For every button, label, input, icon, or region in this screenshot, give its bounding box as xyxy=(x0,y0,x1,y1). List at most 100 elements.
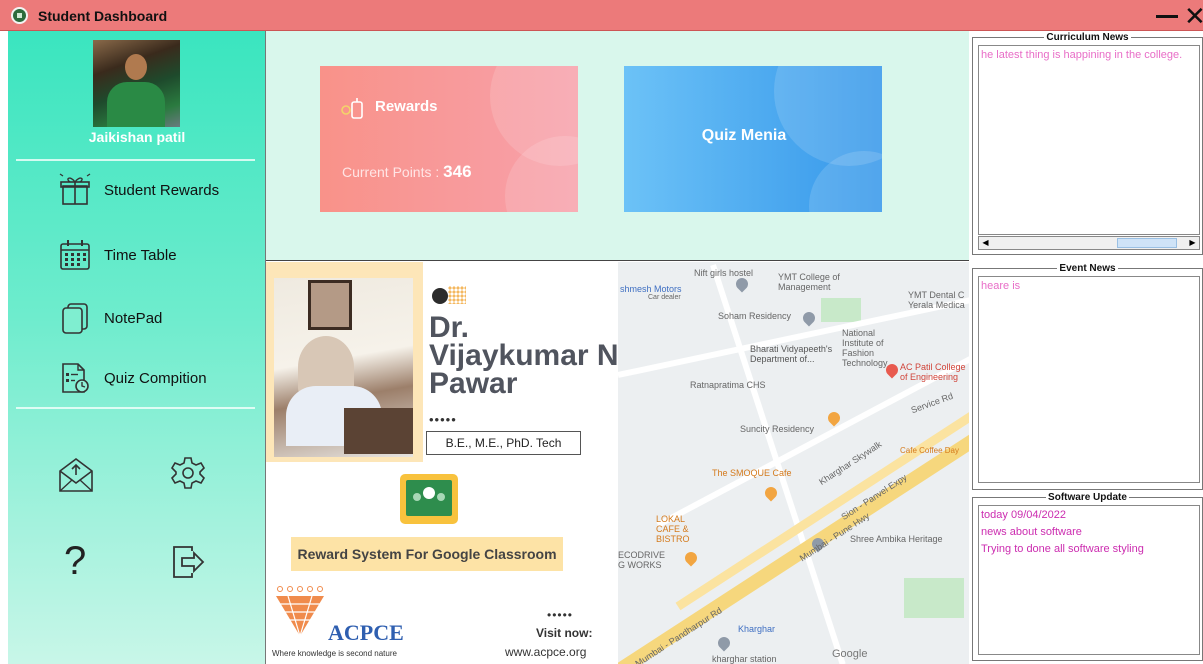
sidebar-item-student-rewards[interactable]: Student Rewards xyxy=(58,172,219,208)
scroll-right-icon[interactable]: ▶ xyxy=(1186,237,1199,249)
news-column: Curriculum News he latest thing is happi… xyxy=(969,31,1203,664)
points-value: 346 xyxy=(443,162,472,181)
google-logo: Google xyxy=(832,648,868,660)
scroll-left-icon[interactable]: ◀ xyxy=(979,237,992,249)
scroll-thumb[interactable] xyxy=(1117,238,1177,248)
acpce-name: ACPCE xyxy=(328,620,404,645)
username: Jaikishan patil xyxy=(88,129,186,145)
college-poster: Dr. Vijaykumar N. Pawar ••••• B.E., M.E.… xyxy=(266,262,627,664)
curriculum-news-title: Curriculum News xyxy=(1044,32,1131,43)
calendar-icon xyxy=(60,240,90,270)
decor-dot xyxy=(432,288,448,304)
visit-label: Visit now: xyxy=(536,626,593,640)
current-points: Current Points : 346 xyxy=(342,162,472,182)
app-logo-icon xyxy=(11,7,28,24)
rewards-icon xyxy=(341,98,363,119)
map-label: Suncity Residency xyxy=(740,424,815,434)
map-label: YMT College of Management xyxy=(778,272,840,292)
decor-dot-grid xyxy=(448,286,466,304)
quiz-menia-card[interactable]: Quiz Menia xyxy=(624,66,882,212)
location-map[interactable]: Nift girls hostel YMT College of Managem… xyxy=(618,262,969,664)
event-news-textarea[interactable]: heare is xyxy=(978,276,1200,483)
sidebar: Jaikishan patil Student Rewards Time Tab… xyxy=(8,31,266,664)
map-label: Cafe Coffee Day xyxy=(900,446,959,455)
gear-icon[interactable] xyxy=(170,455,206,491)
app-window: Student Dashboard ✕ Jaikishan patil Stud… xyxy=(0,0,1203,664)
avatar xyxy=(93,40,180,127)
google-classroom-icon xyxy=(400,474,458,524)
map-label: kharghar station xyxy=(712,654,777,664)
principal-name: Dr. Vijaykumar N. Pawar xyxy=(429,311,627,400)
curriculum-news-textarea[interactable]: he latest thing is happining in the coll… xyxy=(978,45,1200,235)
map-park xyxy=(904,578,964,618)
acpce-logo-icon xyxy=(276,586,324,637)
points-label: Current Points : xyxy=(342,164,444,180)
rewards-card[interactable]: Rewards Current Points : 346 xyxy=(320,66,578,212)
curriculum-news-text: he latest thing is happining in the coll… xyxy=(981,49,1183,61)
title-bar: Student Dashboard ✕ xyxy=(0,0,1203,31)
software-update-line: news about software xyxy=(981,526,1082,538)
software-update-line: Trying to done all software styling xyxy=(981,543,1144,555)
help-icon[interactable]: ? xyxy=(64,539,86,584)
map-pin-icon xyxy=(800,309,818,327)
sidebar-item-quiz-compition[interactable]: Quiz Compition xyxy=(58,360,207,396)
map-label: LOKAL CAFE & BISTRO xyxy=(656,514,690,544)
notepad-icon xyxy=(62,303,88,334)
map-label: Kharghar xyxy=(738,624,776,634)
website-url: www.acpce.org xyxy=(505,645,587,659)
acpce-tagline: Where knowledge is second nature xyxy=(272,649,397,658)
decor-dots: ••••• xyxy=(547,608,574,622)
event-news-text: heare is xyxy=(981,280,1021,292)
quiz-icon xyxy=(62,363,89,393)
map-label: shmesh Motors xyxy=(620,284,682,294)
map-label: The SMOQUE Cafe xyxy=(712,468,792,478)
sidebar-item-label: Quiz Compition xyxy=(104,369,207,387)
decor-dots: ••••• xyxy=(429,412,457,427)
map-pin-icon xyxy=(715,634,733,652)
map-label: National Institute of Fashion Technology xyxy=(842,328,888,368)
close-button[interactable]: ✕ xyxy=(1184,3,1203,29)
principal-photo xyxy=(274,278,413,457)
window-title: Student Dashboard xyxy=(38,8,168,24)
map-label: Car dealer xyxy=(648,294,681,301)
sidebar-divider xyxy=(16,407,255,409)
principal-degree: B.E., M.E., PhD. Tech xyxy=(426,431,581,455)
gift-icon xyxy=(59,173,91,205)
minimize-button[interactable] xyxy=(1156,15,1178,18)
banner-panel: Dr. Vijaykumar N. Pawar ••••• B.E., M.E.… xyxy=(266,262,969,664)
sidebar-item-time-table[interactable]: Time Table xyxy=(58,237,177,273)
map-label: Bharati Vidyapeeth's Department of... xyxy=(750,344,833,364)
cards-panel: Rewards Current Points : 346 Quiz Menia xyxy=(266,31,969,261)
map-label: Shree Ambika Heritage xyxy=(850,534,943,544)
main-content: Rewards Current Points : 346 Quiz Menia … xyxy=(266,31,969,664)
map-highway xyxy=(675,384,969,611)
event-news-title: Event News xyxy=(1057,263,1118,274)
map-label: Soham Residency xyxy=(718,311,792,321)
sidebar-item-notepad[interactable]: NotePad xyxy=(58,300,162,336)
logout-icon[interactable] xyxy=(170,543,208,581)
map-park xyxy=(821,298,861,322)
map-label: Nift girls hostel xyxy=(694,268,754,278)
software-update-textarea[interactable]: today 09/04/2022 news about software Try… xyxy=(978,505,1200,655)
map-pin-icon xyxy=(682,549,700,567)
rewards-title: Rewards xyxy=(375,98,438,115)
reward-system-banner: Reward System For Google Classroom xyxy=(291,537,563,571)
mail-upload-icon[interactable] xyxy=(56,455,96,495)
software-update-title: Software Update xyxy=(1046,492,1129,503)
event-news-group: Event News heare is xyxy=(972,263,1203,490)
sidebar-item-label: Time Table xyxy=(104,246,177,264)
map-label: AC Patil College of Engineering xyxy=(900,362,966,382)
sidebar-divider xyxy=(16,159,255,161)
software-update-group: Software Update today 09/04/2022 news ab… xyxy=(972,492,1203,661)
curriculum-news-group: Curriculum News he latest thing is happi… xyxy=(972,32,1203,255)
map-label: YMT Dental C Yerala Medica xyxy=(908,290,965,310)
map-label: Ratnapratima CHS xyxy=(690,380,766,390)
map-pin-icon xyxy=(733,275,751,293)
map-label: Service Rd xyxy=(909,390,955,416)
software-update-line: today 09/04/2022 xyxy=(981,509,1067,521)
sidebar-item-label: Student Rewards xyxy=(104,181,220,199)
map-label: Mumbai - Pandharpur Rd xyxy=(633,605,724,664)
horizontal-scrollbar[interactable]: ◀ ▶ xyxy=(978,236,1200,250)
map-pin-icon xyxy=(762,484,780,502)
map-label: ECODRIVE G WORKS xyxy=(618,550,666,570)
